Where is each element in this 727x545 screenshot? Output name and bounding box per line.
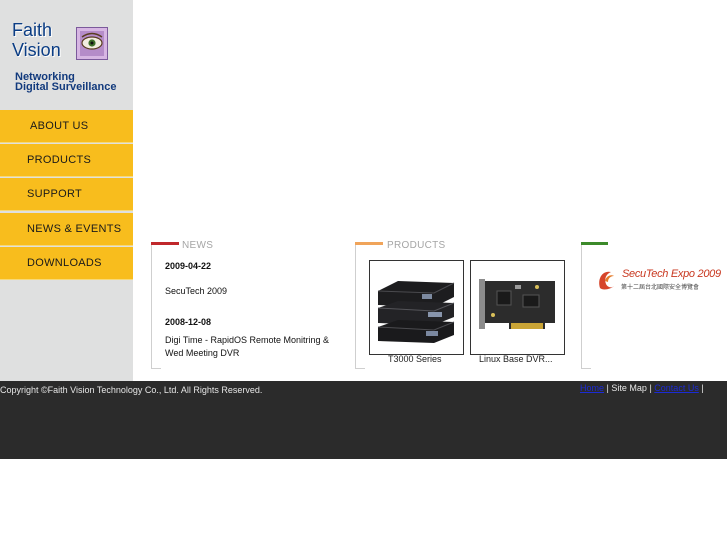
news-item-date: 2009-04-22 xyxy=(165,261,212,271)
news-accent-bar xyxy=(151,242,179,245)
expo-accent-bar xyxy=(581,242,608,245)
logo-wordmark: Faith Vision xyxy=(12,20,82,60)
logo-text-faith: Faith xyxy=(12,20,53,40)
expo-logo-text: SecuTech Expo 2009 xyxy=(622,268,721,280)
product-caption[interactable]: T3000 Series xyxy=(388,354,442,364)
products-accent-bar xyxy=(355,242,383,245)
footer-separator: | xyxy=(701,383,704,393)
nav-products[interactable]: PRODUCTS xyxy=(0,144,133,177)
expo-border-left xyxy=(581,245,582,368)
eye-logo-icon xyxy=(76,27,108,60)
footer: Copyright ©Faith Vision Technology Co., … xyxy=(0,381,727,459)
news-border-left xyxy=(151,245,152,368)
news-item-date: 2008-12-08 xyxy=(165,317,212,327)
dvr-unit-image xyxy=(370,261,463,354)
copyright-text: Copyright ©Faith Vision Technology Co., … xyxy=(0,385,263,395)
expo-border-bottom xyxy=(581,368,591,369)
products-heading: PRODUCTS xyxy=(387,240,446,251)
nav-support[interactable]: SUPPORT xyxy=(0,178,133,211)
footer-link-home[interactable]: Home xyxy=(580,383,604,393)
logo-text-vision: Vision xyxy=(12,40,61,60)
footer-link-sitemap[interactable]: Site Map xyxy=(611,383,647,393)
faith-vision-logo[interactable]: Faith Vision xyxy=(12,18,110,66)
expo-logo-subtext: 第十二屆台北國際安全博覽會 xyxy=(621,285,700,291)
news-item-link[interactable]: SecuTech 2009 xyxy=(165,285,343,298)
products-border-left xyxy=(355,245,356,368)
news-item-link[interactable]: Digi Time - RapidOS Remote Monitring & W… xyxy=(165,334,343,360)
products-border-bottom xyxy=(355,368,365,369)
footer-separator: | xyxy=(606,383,609,393)
product-image-t3000[interactable] xyxy=(369,260,464,355)
footer-separator: | xyxy=(649,383,652,393)
nav-downloads[interactable]: DOWNLOADS xyxy=(0,247,133,280)
footer-link-contact[interactable]: Contact Us xyxy=(654,383,699,393)
product-caption[interactable]: Linux Base DVR... xyxy=(479,354,553,364)
nav-about-us[interactable]: ABOUT US xyxy=(0,110,133,143)
capture-card-image xyxy=(471,261,564,354)
news-heading: NEWS xyxy=(182,240,214,251)
product-image-linux-dvr[interactable] xyxy=(470,260,565,355)
nav-news-events[interactable]: NEWS & EVENTS xyxy=(0,213,133,246)
news-border-bottom xyxy=(151,368,161,369)
sidebar: Faith Vision Networking Digital Surveill… xyxy=(0,0,133,381)
secutech-expo-logo[interactable]: SecuTech Expo 2009 第十二屆台北國際安全博覽會 xyxy=(597,268,721,292)
tagline-digital-surveillance: Digital Surveillance xyxy=(15,81,117,93)
footer-links: Home | Site Map | Contact Us | xyxy=(580,383,704,393)
